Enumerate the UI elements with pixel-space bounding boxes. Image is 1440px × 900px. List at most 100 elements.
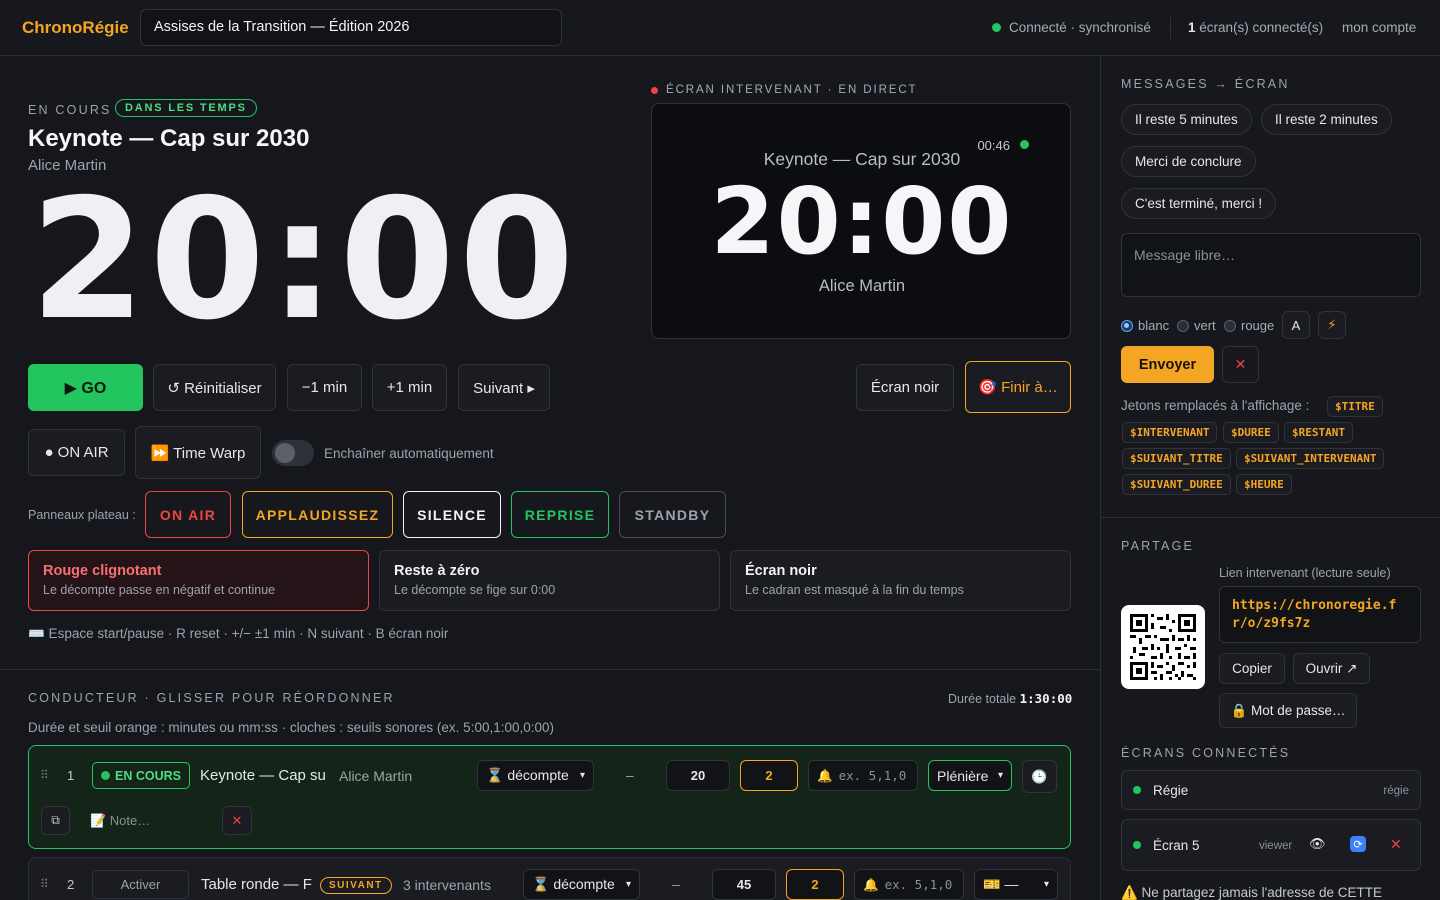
next-button[interactable]: Suivant ▸ xyxy=(458,364,550,411)
mode-description: Le décompte passe en négatif et continue xyxy=(43,583,276,597)
token-chip[interactable]: $INTERVENANT xyxy=(1122,422,1218,443)
activate-row-button[interactable]: Activer xyxy=(92,870,189,899)
password-button[interactable]: 🔒 Mot de passe… xyxy=(1219,693,1357,728)
token-chip[interactable]: $HEURE xyxy=(1236,474,1292,495)
main-clock: 20:00 xyxy=(30,164,579,357)
keyboard-shortcuts: ⌨️ Espace start/pause · R reset · +/− ±1… xyxy=(28,626,449,641)
row-duration-field[interactable]: 45 xyxy=(712,869,776,900)
time-warp-button[interactable]: ⏩ Time Warp xyxy=(135,426,261,479)
row-duration-field[interactable]: 20 xyxy=(666,760,730,791)
messages-label: MESSAGES → ÉCRAN xyxy=(1121,77,1290,91)
send-message-button[interactable]: Envoyer xyxy=(1121,346,1214,383)
row-mode-value: ⌛ décompte xyxy=(532,876,615,892)
auto-chain-toggle[interactable] xyxy=(272,440,314,466)
row-title[interactable]: Keynote — Cap su xyxy=(200,767,326,784)
token-chip[interactable]: $RESTANT xyxy=(1284,422,1353,443)
row-speaker[interactable]: Alice Martin xyxy=(339,768,412,784)
speaker-screen-preview: 00:46 Keynote — Cap sur 2030 20:00 Alice… xyxy=(651,103,1071,339)
current-label: EN COURS xyxy=(28,103,112,117)
row-bells-field[interactable]: 🔔 ex. 5,1,0 xyxy=(808,760,918,791)
refresh-icon[interactable]: ⟳ xyxy=(1350,836,1366,852)
table-row[interactable]: ⠿ 2 Activer Table ronde — F SUIVANT 3 in… xyxy=(28,857,1071,900)
row-room-select[interactable]: Plénière ▾ xyxy=(928,760,1012,791)
end-mode-blackout[interactable]: Écran noir Le cadran est masqué à la fin… xyxy=(730,550,1071,611)
qr-code-icon xyxy=(1121,605,1205,689)
panel-on-air-button[interactable]: ON AIR xyxy=(145,491,231,538)
row-mode-select[interactable]: ⌛ décompte ▾ xyxy=(477,760,594,791)
color-radio-green[interactable]: vert xyxy=(1177,318,1216,333)
row-room-select[interactable]: 🎫 — ▾ xyxy=(974,869,1058,900)
panel-resume-button[interactable]: REPRISE xyxy=(511,491,609,538)
token-chip[interactable]: $SUIVANT_DUREE xyxy=(1122,474,1231,495)
color-radio-red[interactable]: rouge xyxy=(1224,318,1274,333)
tokens-label: Jetons remplacés à l'affichage : xyxy=(1121,398,1310,413)
go-button[interactable]: ▶ GO xyxy=(28,364,143,411)
row-mode-select[interactable]: ⌛ décompte ▾ xyxy=(523,869,640,900)
row-orange-threshold-field[interactable]: 2 xyxy=(786,869,844,900)
delete-row-icon[interactable]: ✕ xyxy=(222,806,252,835)
preset-message-conclude[interactable]: Merci de conclure xyxy=(1121,146,1256,177)
finish-at-button[interactable]: 🎯 Finir à… xyxy=(965,361,1071,413)
color-radio-white[interactable]: blanc xyxy=(1121,318,1169,333)
panel-standby-button[interactable]: STANDBY xyxy=(619,491,726,538)
preview-clock: 20:00 xyxy=(710,168,1014,275)
token-chip[interactable]: $DUREE xyxy=(1223,422,1279,443)
flash-button[interactable]: ⚡ xyxy=(1318,311,1346,339)
qr-code-graphic xyxy=(1130,614,1196,680)
open-link-button[interactable]: Ouvrir ↗ xyxy=(1293,653,1370,684)
row-room-value: Plénière xyxy=(937,767,989,784)
drag-handle-icon[interactable]: ⠿ xyxy=(40,768,49,782)
brand-logo[interactable]: ChronoRégie xyxy=(22,18,129,38)
right-sidebar: MESSAGES → ÉCRAN Il reste 5 minutes Il r… xyxy=(1100,56,1440,900)
plus-minute-button[interactable]: +1 min xyxy=(372,364,447,411)
speaker-link-field[interactable]: https://chronoregie.fr/o/z9fs7z xyxy=(1219,586,1421,643)
eye-icon[interactable]: 👁 xyxy=(1309,836,1326,852)
clear-message-icon[interactable]: ✕ xyxy=(1222,346,1259,383)
panel-applause-button[interactable]: APPLAUDISSEZ xyxy=(242,491,393,538)
preview-status-dot-icon xyxy=(1020,140,1029,149)
token-chip[interactable]: $TITRE xyxy=(1327,396,1383,417)
end-mode-red-blink[interactable]: Rouge clignotant Le décompte passe en né… xyxy=(28,550,369,611)
clock-icon[interactable]: 🕒 xyxy=(1022,760,1057,793)
row-bells-field[interactable]: 🔔 ex. 5,1,0 xyxy=(854,869,964,900)
preset-message-5min[interactable]: Il reste 5 minutes xyxy=(1121,104,1252,135)
row-title[interactable]: Table ronde — F xyxy=(201,876,312,893)
divider xyxy=(1170,17,1171,39)
live-preview-label-text: ÉCRAN INTERVENANT · EN DIRECT xyxy=(666,84,918,96)
free-message-input[interactable]: Message libre… xyxy=(1121,233,1421,297)
screen-name: Écran 5 xyxy=(1153,838,1200,853)
current-title: Keynote — Cap sur 2030 xyxy=(28,125,310,152)
connected-screens-label: ÉCRANS CONNECTÉS xyxy=(1121,746,1291,760)
blackout-button[interactable]: Écran noir xyxy=(856,364,954,411)
preset-message-finished[interactable]: C'est terminé, merci ! xyxy=(1121,188,1277,219)
row-note-input[interactable]: 📝 Note… xyxy=(90,813,150,829)
on-air-button[interactable]: ● ON AIR xyxy=(28,429,125,476)
end-mode-stay-zero[interactable]: Reste à zéro Le décompte se fige sur 0:0… xyxy=(379,550,720,611)
row-status-text: EN COURS xyxy=(115,768,181,783)
token-chip[interactable]: $SUIVANT_INTERVENANT xyxy=(1236,448,1385,469)
auto-chain-label: Enchaîner automatiquement xyxy=(324,446,494,461)
event-title-input[interactable]: Assises de la Transition — Édition 2026 xyxy=(140,9,562,46)
panel-silence-button[interactable]: SILENCE xyxy=(403,491,501,538)
duplicate-icon[interactable]: ⧉ xyxy=(41,806,70,835)
token-chip[interactable]: $SUIVANT_TITRE xyxy=(1122,448,1231,469)
preset-message-2min[interactable]: Il reste 2 minutes xyxy=(1261,104,1392,135)
conductor-hint: Durée et seuil orange : minutes ou mm:ss… xyxy=(28,720,555,735)
row-room-value: 🎫 — xyxy=(983,876,1019,892)
radio-icon xyxy=(1224,319,1236,332)
row-speaker[interactable]: 3 intervenants xyxy=(403,877,491,893)
running-dot-icon xyxy=(101,771,110,780)
reset-button[interactable]: ↺ Réinitialiser xyxy=(153,364,276,411)
chevron-down-icon: ▾ xyxy=(579,770,585,781)
stage-panels-label: Panneaux plateau : xyxy=(28,508,136,522)
minus-minute-button[interactable]: −1 min xyxy=(287,364,362,411)
copy-link-button[interactable]: Copier xyxy=(1219,653,1285,684)
row-dash: – xyxy=(626,767,634,783)
drag-handle-icon[interactable]: ⠿ xyxy=(40,877,49,891)
row-orange-threshold-field[interactable]: 2 xyxy=(740,760,798,791)
account-link[interactable]: mon compte xyxy=(1342,20,1416,35)
table-row[interactable]: ⠿ 1 EN COURS Keynote — Cap su Alice Mart… xyxy=(28,745,1071,849)
security-warning: ⚠️ Ne partagez jamais l'adresse de CETTE xyxy=(1121,885,1382,900)
font-size-button[interactable]: A xyxy=(1282,311,1310,339)
disconnect-icon[interactable]: ✕ xyxy=(1390,836,1402,853)
